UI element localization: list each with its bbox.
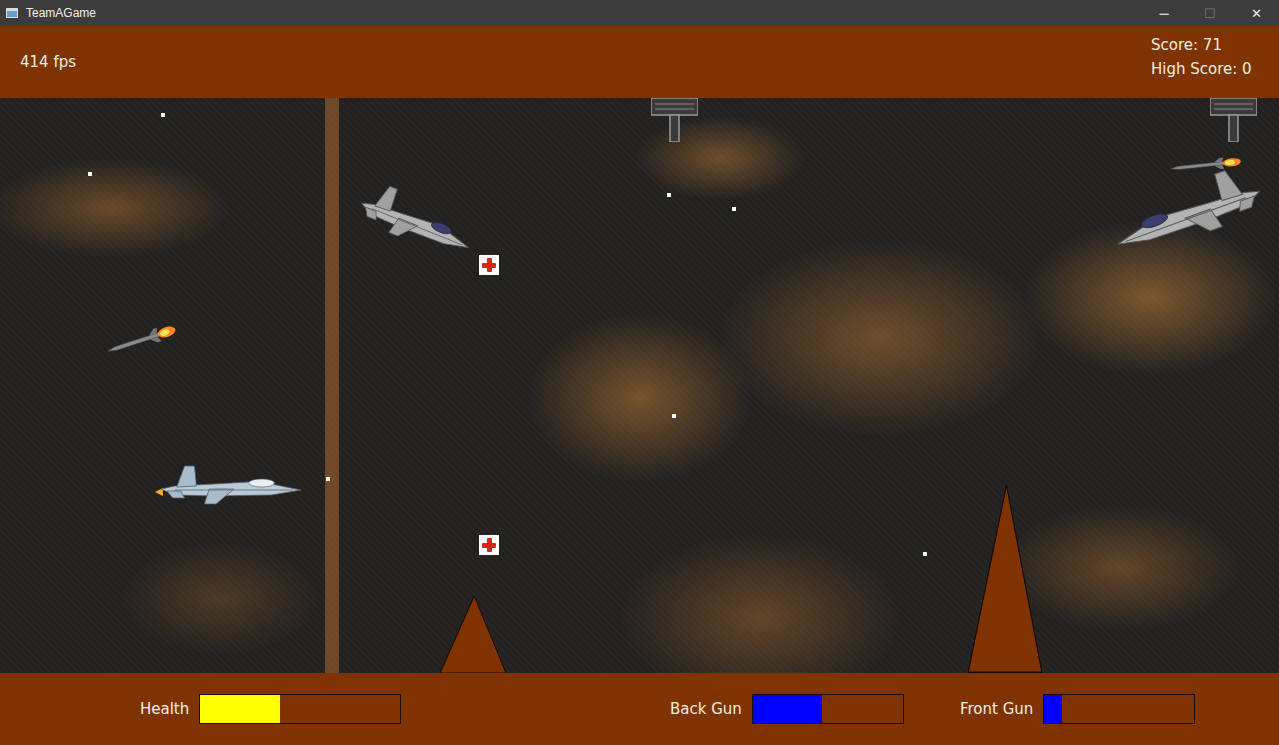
bullet	[672, 414, 676, 418]
fps-counter: 414 fps	[20, 53, 76, 71]
game-field	[0, 98, 1279, 673]
meter-label: Front Gun	[960, 700, 1033, 718]
spike-icon	[968, 485, 1042, 673]
enemy-jet-icon	[350, 173, 482, 265]
window-control-button: ☐	[1187, 0, 1233, 26]
meter-label: Back Gun	[670, 700, 742, 718]
health-pack-icon	[479, 255, 499, 275]
window-control-button[interactable]: ✕	[1233, 0, 1279, 26]
player-jet-icon	[155, 462, 303, 506]
bullet	[732, 207, 736, 211]
missile-icon	[105, 319, 180, 360]
bullet	[326, 477, 330, 481]
meter: Front Gun	[960, 694, 1195, 724]
meter-label: Health	[140, 700, 189, 718]
meter-fill	[1044, 695, 1062, 723]
meter-track	[752, 694, 904, 724]
bullet	[88, 172, 92, 176]
missile-icon	[1169, 153, 1242, 176]
health-pack-icon	[479, 535, 499, 555]
meter: Back Gun	[670, 694, 960, 724]
meter-fill	[200, 695, 280, 723]
top-hud: 414 fps Score: 71 High Score: 0	[0, 26, 1279, 98]
score: Score: 71	[1151, 36, 1255, 54]
turret-icon	[1210, 98, 1257, 142]
meter-track	[1043, 694, 1195, 724]
high-score: High Score: 0	[1151, 60, 1255, 78]
window-control-button[interactable]: ─	[1141, 0, 1187, 26]
meter-fill	[753, 695, 822, 723]
turret-icon	[651, 98, 698, 142]
app-window-icon	[6, 8, 18, 18]
meter: Health	[140, 694, 670, 724]
bottom-hud: Health Back Gun Front Gun	[0, 673, 1279, 745]
title-bar: TeamAGame ─☐✕	[0, 0, 1279, 26]
game-window: TeamAGame ─☐✕ 414 fps Score: 71 High Score: …	[0, 0, 1279, 745]
window-title: TeamAGame	[26, 6, 96, 20]
bullet	[161, 113, 165, 117]
enemy-jet-icon	[1103, 154, 1274, 265]
meter-track	[199, 694, 401, 724]
score-panel: Score: 71 High Score: 0	[1151, 26, 1255, 78]
bullet	[923, 552, 927, 556]
bullet	[667, 193, 671, 197]
spike-icon	[440, 596, 506, 673]
background-beam	[325, 98, 339, 673]
